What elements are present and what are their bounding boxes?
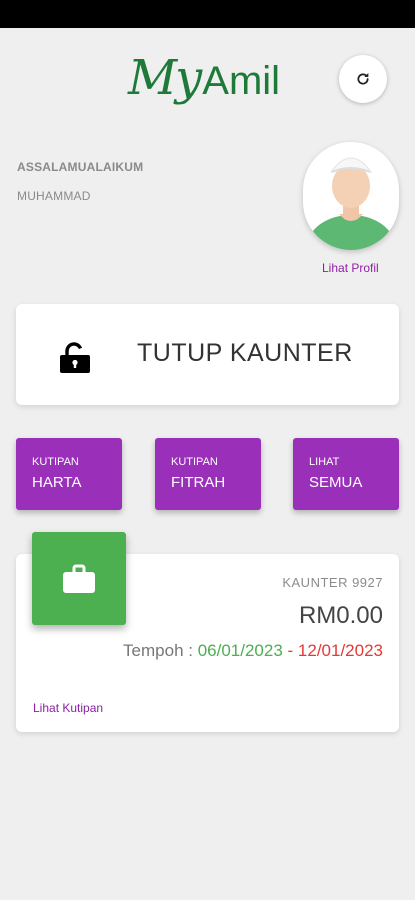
close-counter-label: TUTUP KAUNTER <box>137 339 353 367</box>
unlock-icon <box>60 342 90 373</box>
greeting-text: ASSALAMUALAIKUM <box>17 160 144 174</box>
status-bar <box>0 0 415 28</box>
user-name: MUHAMMAD <box>17 189 91 203</box>
logo-amil: Amil <box>202 59 281 103</box>
button-small-label: LIHAT <box>309 456 340 468</box>
button-small-label: KUTIPAN <box>32 456 79 468</box>
app-logo: My Amil <box>128 50 280 120</box>
period-end-date: 12/01/2023 <box>297 641 383 660</box>
period-label: Tempoh : <box>123 641 198 660</box>
refresh-icon <box>357 73 369 85</box>
button-main-label: FITRAH <box>171 474 226 491</box>
app-header: My Amil <box>0 28 415 128</box>
view-collections-link[interactable]: Lihat Kutipan <box>33 701 103 715</box>
kutipan-fitrah-button[interactable]: KUTIPAN FITRAH <box>155 438 261 510</box>
period-separator: - <box>282 641 298 660</box>
collection-period: Tempoh : 06/01/2023 - 12/01/2023 <box>123 641 383 661</box>
wallet-tile <box>32 532 126 625</box>
user-avatar-illustration <box>305 152 397 250</box>
refresh-button[interactable] <box>339 55 387 103</box>
lihat-semua-button[interactable]: LIHAT SEMUA <box>293 438 399 510</box>
button-main-label: HARTA <box>32 474 82 491</box>
counter-id: KAUNTER 9927 <box>282 575 383 590</box>
close-counter-card[interactable]: TUTUP KAUNTER <box>16 304 399 405</box>
avatar[interactable] <box>303 142 399 250</box>
period-start-date: 06/01/2023 <box>197 641 283 660</box>
view-profile-link[interactable]: Lihat Profil <box>322 261 379 275</box>
button-small-label: KUTIPAN <box>171 456 218 468</box>
briefcase-icon <box>63 564 95 593</box>
logo-my: My <box>128 50 202 106</box>
kutipan-harta-button[interactable]: KUTIPAN HARTA <box>16 438 122 510</box>
button-main-label: SEMUA <box>309 474 363 491</box>
collection-amount: RM0.00 <box>298 602 383 629</box>
